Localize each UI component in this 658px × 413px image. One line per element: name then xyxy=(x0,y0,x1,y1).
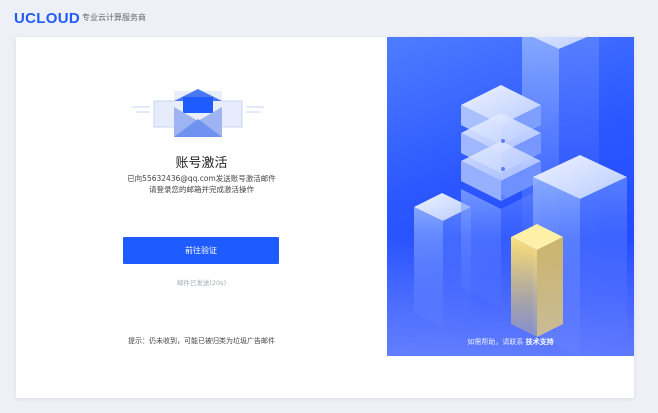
page-header: UCLOUD 专业云计算服务商 xyxy=(0,0,658,36)
activation-card: 账号激活 已向55632436@qq.com发送账号激活邮件 请登录您的邮箱并完… xyxy=(16,37,634,398)
resend-countdown: 邮件已发送(20s) xyxy=(176,279,227,287)
help-prefix: 如需帮助，请联系 xyxy=(467,338,524,346)
activation-panel: 账号激活 已向55632436@qq.com发送账号激活邮件 请登录您的邮箱并完… xyxy=(16,37,387,398)
activation-description: 已向55632436@qq.com发送账号激活邮件 xyxy=(127,174,276,183)
activation-instruction: 请登录您的邮箱并完成激活操作 xyxy=(149,185,254,194)
go-verify-button[interactable]: 前往验证 xyxy=(123,237,279,264)
server-blocks-illustration xyxy=(387,37,634,356)
ucloud-logo[interactable]: UCLOUD xyxy=(14,10,80,27)
envelope-icon xyxy=(132,89,264,137)
header-tagline: 专业云计算服务商 xyxy=(82,13,146,22)
help-contact: 如需帮助，请联系 技术支持 xyxy=(387,337,634,347)
activation-title: 账号激活 xyxy=(175,156,228,171)
tech-support-link[interactable]: 技术支持 xyxy=(526,338,554,346)
promo-panel: 如需帮助，请联系 技术支持 xyxy=(387,37,634,356)
spam-tip: 提示：仍未收到，可能已被归类为垃圾广告邮件 xyxy=(128,337,275,345)
